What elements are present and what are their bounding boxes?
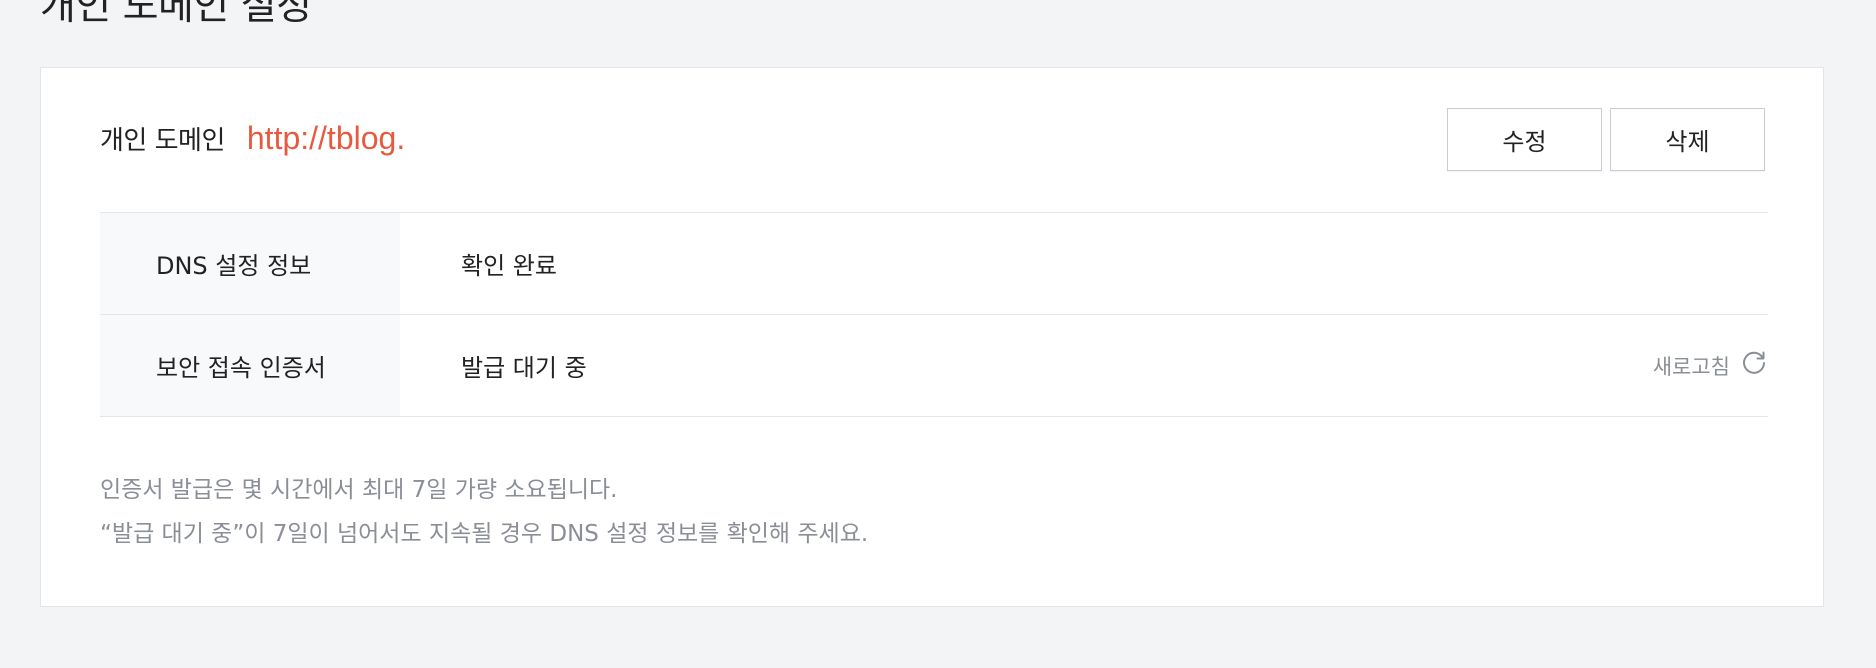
domain-url: http://tblog. (246, 119, 406, 156)
info-key: 보안 접속 인증서 (100, 315, 400, 416)
info-table: DNS 설정 정보 확인 완료 보안 접속 인증서 발급 대기 중 새로고침 (100, 212, 1768, 417)
domain-label: 개인 도메인 (100, 125, 225, 156)
refresh-button[interactable]: 새로고침 (1653, 315, 1768, 416)
edit-button[interactable]: 수정 (1447, 108, 1602, 171)
info-row-certificate: 보안 접속 인증서 발급 대기 중 새로고침 (100, 315, 1768, 417)
page-title: 개인 도메인 설정 (40, 0, 312, 29)
notes: 인증서 발급은 몇 시간에서 최대 7일 가량 소요됩니다. “발급 대기 중”… (100, 468, 868, 556)
info-key: DNS 설정 정보 (100, 213, 400, 314)
note-line: 인증서 발급은 몇 시간에서 최대 7일 가량 소요됩니다. (100, 477, 618, 503)
refresh-label: 새로고침 (1652, 354, 1730, 379)
refresh-icon (1740, 349, 1768, 382)
action-buttons: 수정 삭제 (1447, 108, 1765, 171)
delete-button[interactable]: 삭제 (1610, 108, 1765, 171)
domain-settings-card: 개인 도메인 http://tblog. 수정 삭제 DNS 설정 정보 확인 … (40, 67, 1824, 607)
info-value: 확인 완료 (461, 252, 557, 280)
info-value: 발급 대기 중 (461, 354, 587, 382)
note-line: “발급 대기 중”이 7일이 넘어서도 지속될 경우 DNS 설정 정보를 확인… (100, 521, 869, 547)
domain-row: 개인 도메인 http://tblog. (100, 106, 405, 170)
info-row-dns: DNS 설정 정보 확인 완료 (100, 213, 1768, 315)
